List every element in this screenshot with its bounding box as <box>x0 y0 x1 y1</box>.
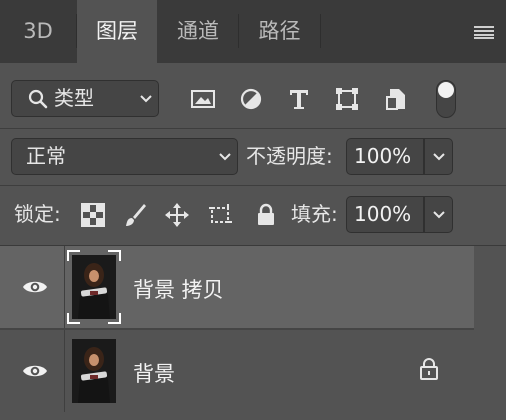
toggle-knob <box>438 82 454 98</box>
row-divider <box>0 128 506 129</box>
tab-3d[interactable]: 3D <box>0 0 76 63</box>
chevron-down-icon <box>433 211 445 219</box>
layers-list: 背景 拷贝 背景 <box>0 246 506 420</box>
selection-frame-icon <box>67 250 121 324</box>
lock-all-icon[interactable] <box>253 202 279 228</box>
row-column-divider <box>64 246 65 328</box>
row-divider <box>0 185 506 186</box>
chevron-down-icon <box>140 95 152 103</box>
chevron-down-icon <box>433 153 445 161</box>
layers-panel: 3D 图层 通道 路径 类型 正常 不透明度: 100% 锁定: 填充: 100… <box>0 0 506 420</box>
layer-name[interactable]: 背景 <box>133 358 175 388</box>
tab-paths[interactable]: 路径 <box>239 0 320 63</box>
lock-artboard-icon[interactable] <box>208 202 234 228</box>
opacity-label: 不透明度: <box>246 144 333 168</box>
fill-dropdown-button[interactable] <box>424 196 453 233</box>
tab-divider <box>320 14 321 48</box>
layer-thumbnail[interactable] <box>72 339 116 403</box>
panel-menu-icon[interactable] <box>474 26 494 39</box>
layer-filter-select[interactable]: 类型 <box>11 80 159 117</box>
filter-type-label: 类型 <box>54 86 94 110</box>
fill-input[interactable]: 100% <box>346 196 424 233</box>
image-filter-icon[interactable] <box>190 86 216 112</box>
lock-position-icon[interactable] <box>164 202 190 228</box>
visibility-eye-icon[interactable] <box>22 278 48 296</box>
blend-mode-select[interactable]: 正常 <box>11 138 238 175</box>
lock-label: 锁定: <box>14 202 61 226</box>
shape-filter-icon[interactable] <box>334 86 360 112</box>
chevron-down-icon <box>219 153 231 161</box>
layer-name[interactable]: 背景 拷贝 <box>133 274 224 304</box>
tab-layers[interactable]: 图层 <box>77 0 157 63</box>
type-filter-icon[interactable] <box>286 86 312 112</box>
layers-list-empty-space <box>0 412 474 420</box>
panel-tab-bar: 3D 图层 通道 路径 <box>0 0 506 63</box>
layer-lock-icon[interactable] <box>418 357 440 381</box>
layer-row-background-copy[interactable]: 背景 拷贝 <box>0 246 474 328</box>
portrait-thumbnail-image <box>72 339 116 403</box>
opacity-dropdown-button[interactable] <box>424 138 453 175</box>
tab-channels[interactable]: 通道 <box>158 0 238 63</box>
layers-scrollbar[interactable] <box>474 246 506 420</box>
fill-label: 填充: <box>291 202 338 226</box>
smart-object-filter-icon[interactable] <box>384 86 410 112</box>
adjustment-filter-icon[interactable] <box>238 86 264 112</box>
search-icon <box>28 89 48 109</box>
opacity-input[interactable]: 100% <box>346 138 424 175</box>
filter-toggle-switch[interactable] <box>436 80 456 118</box>
row-column-divider <box>64 330 65 412</box>
blend-mode-value: 正常 <box>26 144 66 168</box>
layer-row-background[interactable]: 背景 <box>0 330 474 412</box>
visibility-eye-icon[interactable] <box>22 362 48 380</box>
lock-transparent-pixels-icon[interactable] <box>80 202 106 228</box>
lock-image-pixels-icon[interactable] <box>122 202 148 228</box>
